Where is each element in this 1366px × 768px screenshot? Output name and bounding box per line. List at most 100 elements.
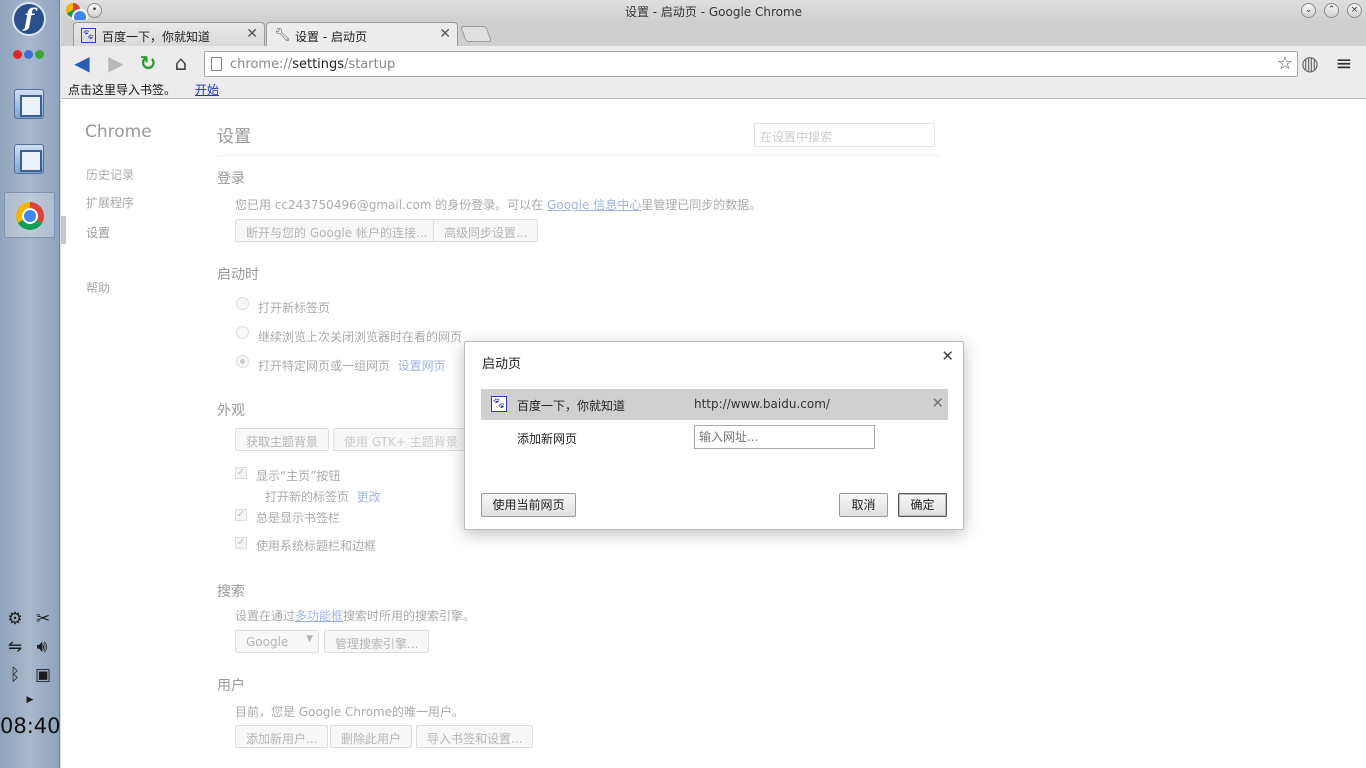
wrench-icon: 🔧︎ [274,28,291,43]
startup-page-name: 百度一下，你就知道 [517,399,626,413]
file-manager-launcher-2-icon[interactable] [14,144,44,174]
tab-title: 设置 - 启动页 [295,30,367,44]
chrome-icon [16,202,44,230]
maximize-icon[interactable]: ⌃ [1324,3,1339,18]
startup-option-specific: 打开特定网页或一组网页 设置网页 [258,359,446,373]
use-current-pages-button[interactable]: 使用当前网页 [481,493,576,517]
baidu-paw-icon: 🐾︎ [491,396,507,412]
minimize-icon[interactable]: ⌄ [1301,3,1316,18]
disconnect-account-button[interactable]: 断开与您的 Google 帐户的连接... [235,219,439,242]
sidebar-selection-marker [61,216,66,244]
activities-dots-icon[interactable] [13,50,44,59]
bookmark-bar: 点击这里导入书签。 开始 [61,80,1366,99]
add-user-button[interactable]: 添加新用户... [235,725,329,748]
startup-page-row[interactable]: 🐾︎ 百度一下，你就知道 http://www.baidu.com/ ✕ [481,389,948,420]
startup-page-url: http://www.baidu.com/ [694,397,830,411]
clock[interactable]: 08:40 [0,714,61,738]
cancel-button[interactable]: 取消 [839,493,888,517]
startup-option-newtab: 打开新标签页 [258,301,331,315]
dropdown-arrow-icon: ▼ [306,634,313,644]
section-appearance-heading: 外观 [217,403,245,419]
import-start-link[interactable]: 开始 [195,81,219,98]
file-manager-launcher-icon[interactable] [14,89,44,119]
tab-close-icon[interactable]: ✕ [439,26,451,42]
radio-newtab[interactable] [236,297,249,310]
section-users-heading: 用户 [217,678,245,694]
tab-baidu[interactable]: 🐾︎ 百度一下，你就知道 ✕ [73,22,265,47]
chrome-window: • 设置 - 启动页 - Google Chrome ⌄ ⌃ × 🐾︎ 百度一下… [61,0,1366,768]
set-pages-link[interactable]: 设置网页 [398,359,446,373]
show-home-checkbox[interactable]: ✓ [235,467,247,479]
remove-page-icon[interactable]: ✕ [931,394,944,412]
advanced-sync-button[interactable]: 高级同步设置... [433,219,539,242]
tab-close-icon[interactable]: ✕ [246,26,258,42]
volume-icon[interactable]: 🔊︎ [32,637,52,657]
section-startup-heading: 启动时 [217,267,259,283]
page-icon [211,57,222,71]
google-dashboard-link[interactable]: Google 信息中心 [547,198,641,212]
sidebar-item-help[interactable]: 帮助 [86,279,110,296]
import-bookmarks-button[interactable]: 导入书签和设置... [416,725,534,748]
system-titlebar-checkbox[interactable]: ✓ [235,537,247,549]
baidu-paw-icon: 🐾︎ [81,28,96,43]
radio-specific-pages[interactable] [236,355,249,368]
radio-continue[interactable] [236,326,249,339]
new-page-url-input[interactable] [694,425,875,449]
add-page-label: 添加新网页 [517,432,578,446]
menu-icon[interactable]: ≡ [1332,52,1356,74]
users-description: 目前，您是 Google Chrome的唯一用户。 [235,705,465,719]
delete-user-button[interactable]: 删除此用户 [330,725,413,748]
toolbar: ◀ ▶ ↻ ⌂ chrome://settings/startup ☆ ◍ ≡ [61,46,1366,80]
bookmark-star-icon[interactable]: ☆ [1277,53,1293,74]
usb-icon[interactable]: ⇋ [5,637,25,657]
sidebar-item-history[interactable]: 历史记录 [86,166,134,183]
section-search-heading: 搜索 [217,584,245,600]
chrome-launcher[interactable] [4,192,55,238]
search-description: 设置在通过多功能框搜索时所用的搜索引擎。 [235,609,476,623]
system-titlebar-label: 使用系统标题栏和边框 [256,539,377,553]
close-window-icon[interactable]: × [1347,3,1362,18]
back-arrow-icon[interactable]: ◀ [70,52,94,74]
fedora-logo[interactable]: f [12,2,46,36]
search-engine-select[interactable]: Google ▼ [235,630,319,653]
tab-title: 百度一下，你就知道 [102,30,211,44]
address-bar[interactable]: chrome://settings/startup ☆ [204,51,1298,77]
home-icon[interactable]: ⌂ [169,52,193,74]
import-prompt: 点击这里导入书签。 [68,83,177,97]
dialog-title: 启动页 [482,357,522,372]
bookmarks-bar-label: 总是显示书签栏 [256,511,341,525]
gtk-theme-button[interactable]: 使用 GTK+ 主题背景 [333,428,469,451]
dialog-close-icon[interactable]: ✕ [941,347,954,365]
window-title: 设置 - 启动页 - Google Chrome [624,5,803,19]
network-icon[interactable]: ▣ [33,665,53,685]
page-title: 设置 [217,127,251,147]
bluetooth-icon[interactable]: ᛒ [5,665,25,685]
title-bar: • 设置 - 启动页 - Google Chrome ⌄ ⌃ × [61,0,1366,25]
reload-icon[interactable]: ↻ [136,52,160,74]
settings-gear-icon[interactable]: ⚙ [5,609,25,629]
forward-arrow-icon[interactable]: ▶ [104,52,128,74]
manage-search-engines-button[interactable]: 管理搜索引擎... [324,630,430,653]
globe-icon[interactable]: ◍ [1298,52,1322,74]
url-text: chrome://settings/startup [230,57,396,72]
home-change-link[interactable]: 更改 [357,490,381,504]
sidebar-item-extensions[interactable]: 扩展程序 [86,194,134,211]
get-themes-button[interactable]: 获取主题背景 [235,428,330,451]
omnibox-link[interactable]: 多功能框 [295,609,343,623]
bookmarks-bar-checkbox[interactable]: ✓ [235,509,247,521]
sidebar-title: Chrome [85,122,152,142]
divider [217,155,939,156]
home-newtab-text: 打开新的标签页 更改 [265,490,381,504]
sidebar-item-settings[interactable]: 设置 [86,224,110,241]
desktop-panel: f ⚙ ✂ ⇋ 🔊︎ ᛒ ▣ ▶ 08:40 [0,0,61,768]
startup-option-continue: 继续浏览上次关闭浏览器时在看的网页 [258,330,463,344]
expand-arrow-icon[interactable]: ▶ [20,690,40,710]
settings-search-input[interactable]: 在设置中搜索 [754,123,935,147]
ok-button[interactable]: 确定 [898,493,947,517]
new-tab-button[interactable] [460,26,492,42]
login-status-text: 您已用 cc243750496@gmail.com 的身份登录。可以在 Goog… [235,198,762,212]
settings-page: Chrome 历史记录 扩展程序 设置 帮助 设置 在设置中搜索 登录 您已用 … [61,100,1366,768]
tab-settings[interactable]: 🔧︎ 设置 - 启动页 ✕ [266,22,458,48]
section-login-heading: 登录 [217,171,245,187]
scissors-icon[interactable]: ✂ [33,609,53,629]
